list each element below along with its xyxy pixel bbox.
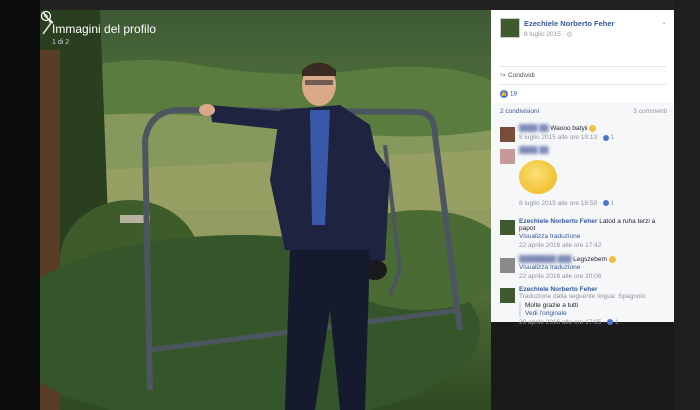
like-icon (602, 134, 609, 141)
commenter-avatar[interactable] (500, 258, 515, 273)
reactions-count[interactable]: 👍 19 (500, 90, 517, 98)
comment-likes[interactable]: 1 (615, 319, 619, 326)
like-icon (607, 319, 614, 326)
commenter-avatar[interactable] (500, 149, 515, 164)
share-button[interactable]: ↪ Condividi (500, 71, 535, 79)
share-icon: ↪ (500, 72, 506, 79)
like-icon: 👍 (500, 90, 508, 98)
stats-bar: 2 condivisioni 5 commenti (491, 103, 674, 121)
comment-text: Waooo batyii (550, 125, 588, 133)
comment-likes[interactable]: 1 (611, 200, 615, 207)
like-icon (602, 200, 609, 207)
smiley-sticker-icon (519, 160, 557, 194)
post-panel: Ezechiele Norberto Feher 8 luglio 2015 ·… (491, 10, 674, 326)
profile-photo (40, 10, 491, 410)
left-overlay (0, 0, 40, 410)
post-options-chevron-icon[interactable]: ⌄ (661, 18, 667, 26)
comment-author[interactable]: ████ ██ (519, 125, 548, 132)
comment-author[interactable]: Ezechiele Norberto Feher (519, 218, 597, 225)
divider (499, 66, 666, 67)
right-overlay (674, 0, 700, 410)
comment-timestamp[interactable]: 29 aprile 2016 alle ore 17:05 · (519, 319, 607, 326)
shares-link[interactable]: 2 condivisioni (500, 108, 539, 115)
commenter-avatar[interactable] (500, 127, 515, 142)
comments-list: ████ ██ Waooo batyii 8 luglio 2015 alle … (491, 121, 674, 326)
view-translation-link[interactable]: Visualizza traduzione (519, 264, 668, 271)
post-date[interactable]: 8 luglio 2015 · ◎ (524, 30, 572, 38)
share-label: Condividi (508, 72, 535, 79)
view-translation-link[interactable]: Visualizza traduzione (519, 233, 668, 240)
comment-meta: 8 luglio 2015 alle ore 19:13 · 1 (519, 134, 668, 141)
post-author[interactable]: Ezechiele Norberto Feher (524, 19, 614, 28)
translated-text-box: Molte grazie a tutti Vedi l'originale (519, 302, 668, 317)
next-photo-arrow-icon[interactable] (40, 10, 54, 36)
commenter-avatar[interactable] (500, 220, 515, 235)
photo-counter: 1 di 2 (52, 39, 70, 46)
globe-icon: ◎ (566, 31, 573, 38)
album-title: Immagini del profilo (52, 22, 157, 36)
post-date-text[interactable]: 8 luglio 2015 · (524, 31, 567, 38)
photo-viewer[interactable]: Immagini del profilo 1 di 2 (40, 10, 491, 410)
comments-link[interactable]: 5 commenti (633, 108, 667, 115)
commenter-avatar[interactable] (500, 288, 515, 303)
comment-author[interactable]: Ezechiele Norberto Feher (519, 286, 597, 293)
comment-meta: 8 luglio 2015 alle ore 19:59 · 1 (519, 200, 668, 207)
likes-count: 19 (509, 90, 518, 98)
comment-timestamp[interactable]: 22 aprile 2016 alle ore 20:06 (519, 273, 668, 280)
top-bar (0, 0, 700, 10)
comment-timestamp[interactable]: 22 aprile 2016 alle ore 17:42 (519, 242, 668, 249)
divider (499, 84, 666, 85)
comment-timestamp[interactable]: 8 luglio 2015 alle ore 19:59 · (519, 200, 603, 207)
comment-author[interactable]: ████ ██ (519, 147, 548, 154)
comment-author[interactable]: ████████ ███ (519, 256, 571, 263)
emoji-icon (589, 125, 597, 132)
comment-text: Legszebem (573, 256, 607, 264)
post-header: Ezechiele Norberto Feher 8 luglio 2015 ·… (491, 10, 674, 62)
translation-note: Traduzione dalla seguente lingua: Spagno… (519, 293, 646, 300)
comment-meta: 29 aprile 2016 alle ore 17:05 · 1 (519, 319, 668, 326)
comment-timestamp[interactable]: 8 luglio 2015 alle ore 19:13 · (519, 134, 603, 141)
see-original-link[interactable]: Vedi l'originale (525, 310, 668, 317)
comment-text: Molte grazie a tutti (525, 302, 579, 309)
emoji-icon (608, 256, 616, 263)
comment-likes[interactable]: 1 (611, 134, 615, 141)
author-avatar[interactable] (500, 18, 520, 38)
